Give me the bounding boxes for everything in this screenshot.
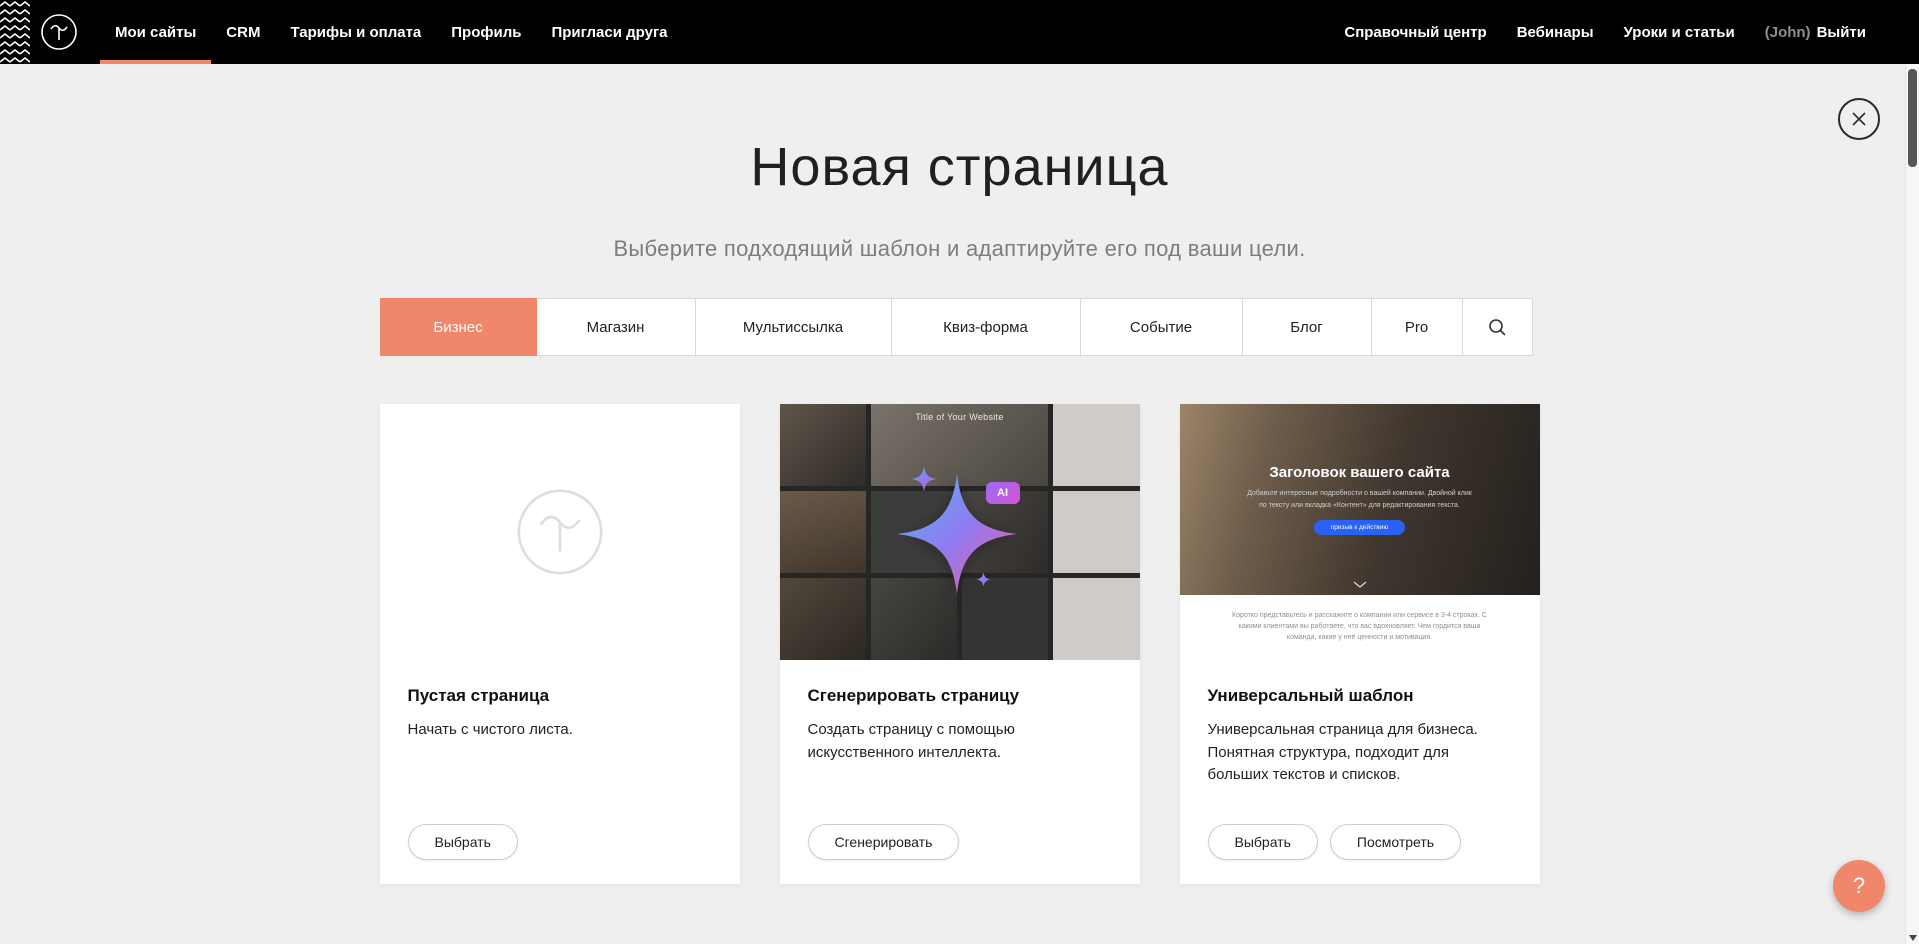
card-title: Пустая страница <box>408 686 712 706</box>
close-button[interactable] <box>1838 98 1880 140</box>
nav-crm[interactable]: CRM <box>211 0 275 64</box>
collage-banner-tile: Title of Your Website <box>871 404 1049 486</box>
collage-tile <box>1053 404 1139 486</box>
blank-card-preview <box>380 404 740 660</box>
collage-tile <box>780 578 866 660</box>
user-name: (John) <box>1765 24 1811 41</box>
scrollbar-track[interactable] <box>1905 64 1919 944</box>
preview-body: Коротко представьтесь и расскажите о ком… <box>1180 595 1540 660</box>
template-card-blank: Пустая страница Начать с чистого листа. … <box>380 404 740 884</box>
template-card-universal: Заголовок вашего сайта Добавьте интересн… <box>1180 404 1540 884</box>
chevron-down-icon <box>1353 581 1367 588</box>
scrollbar-thumb[interactable] <box>1908 69 1917 167</box>
template-card-ai-generate: Title of Your Website <box>780 404 1140 884</box>
tilda-logo-icon <box>40 13 78 51</box>
template-category-tabs: Бизнес Магазин Мультиссылка Квиз-форма С… <box>380 298 1540 356</box>
preview-cta-button: призыв к действию <box>1314 520 1406 535</box>
card-description: Универсальная страница для бизнеса. Поня… <box>1208 719 1512 787</box>
tilda-watermark-icon <box>514 486 606 578</box>
logout-label: Выйти <box>1817 24 1866 41</box>
ai-card-preview: Title of Your Website <box>780 404 1140 660</box>
view-button[interactable]: Посмотреть <box>1330 824 1461 860</box>
preview-site-title: Title of Your Website <box>915 412 1003 422</box>
collage-tile <box>871 491 957 573</box>
collage-tile <box>1053 578 1139 660</box>
nav-invite-friend[interactable]: Пригласи друга <box>536 0 682 64</box>
collage-tile <box>962 491 1048 573</box>
new-page-dialog: Новая страница Выберите подходящий шабло… <box>0 0 1919 944</box>
collage-tile <box>962 578 1048 660</box>
choose-button[interactable]: Выбрать <box>1208 824 1318 860</box>
card-description: Начать с чистого листа. <box>408 719 712 742</box>
nav-lessons[interactable]: Уроки и статьи <box>1609 0 1750 64</box>
page-title: Новая страница <box>0 136 1919 198</box>
universal-card-preview: Заголовок вашего сайта Добавьте интересн… <box>1180 404 1540 660</box>
tab-business[interactable]: Бизнес <box>380 298 537 356</box>
tab-pro[interactable]: Pro <box>1371 298 1463 356</box>
card-title: Универсальный шаблон <box>1208 686 1512 706</box>
collage-tile <box>1053 491 1139 573</box>
nav-profile[interactable]: Профиль <box>436 0 536 64</box>
secondary-nav: Справочный центр Вебинары Уроки и статьи… <box>1329 0 1919 64</box>
nav-help-center[interactable]: Справочный центр <box>1329 0 1501 64</box>
generate-button[interactable]: Сгенерировать <box>808 824 960 860</box>
help-button[interactable]: ? <box>1833 860 1885 912</box>
preview-heading: Заголовок вашего сайта <box>1269 464 1449 481</box>
collage-tile <box>780 404 866 486</box>
top-nav-bar: Мои сайты CRM Тарифы и оплата Профиль Пр… <box>0 0 1919 64</box>
collage-tile <box>871 578 957 660</box>
preview-subtext: Добавьте интересные подробности о вашей … <box>1243 488 1477 510</box>
nav-webinars[interactable]: Вебинары <box>1502 0 1609 64</box>
tilda-logo[interactable] <box>40 0 78 64</box>
card-title: Сгенерировать страницу <box>808 686 1112 706</box>
tab-blog[interactable]: Блог <box>1242 298 1372 356</box>
nav-my-sites[interactable]: Мои сайты <box>100 0 211 64</box>
zigzag-pattern-icon <box>0 0 30 64</box>
arrow-down-icon <box>1909 935 1917 941</box>
nav-tariffs[interactable]: Тарифы и оплата <box>275 0 436 64</box>
preview-hero: Заголовок вашего сайта Добавьте интересн… <box>1180 404 1540 595</box>
close-icon <box>1851 111 1867 127</box>
nav-logout[interactable]: (John) Выйти <box>1750 0 1881 64</box>
nav-spacer <box>683 0 1330 64</box>
search-icon <box>1488 318 1507 337</box>
card-description: Создать страницу с помощью искусственног… <box>808 719 1112 764</box>
tab-store[interactable]: Магазин <box>536 298 696 356</box>
main-nav: Мои сайты CRM Тарифы и оплата Профиль Пр… <box>100 0 683 64</box>
choose-button[interactable]: Выбрать <box>408 824 518 860</box>
tab-quiz-form[interactable]: Квиз-форма <box>891 298 1081 356</box>
page-subtitle: Выберите подходящий шаблон и адаптируйте… <box>0 236 1919 262</box>
tab-event[interactable]: Событие <box>1080 298 1243 356</box>
tab-multilink[interactable]: Мультиссылка <box>695 298 892 356</box>
collage-tile <box>780 491 866 573</box>
tab-search[interactable] <box>1462 298 1533 356</box>
template-grid: Пустая страница Начать с чистого листа. … <box>380 404 1540 884</box>
scrollbar-down-arrow[interactable] <box>1906 935 1919 941</box>
preview-body-text: Коротко представьтесь и расскажите о ком… <box>1224 611 1496 644</box>
